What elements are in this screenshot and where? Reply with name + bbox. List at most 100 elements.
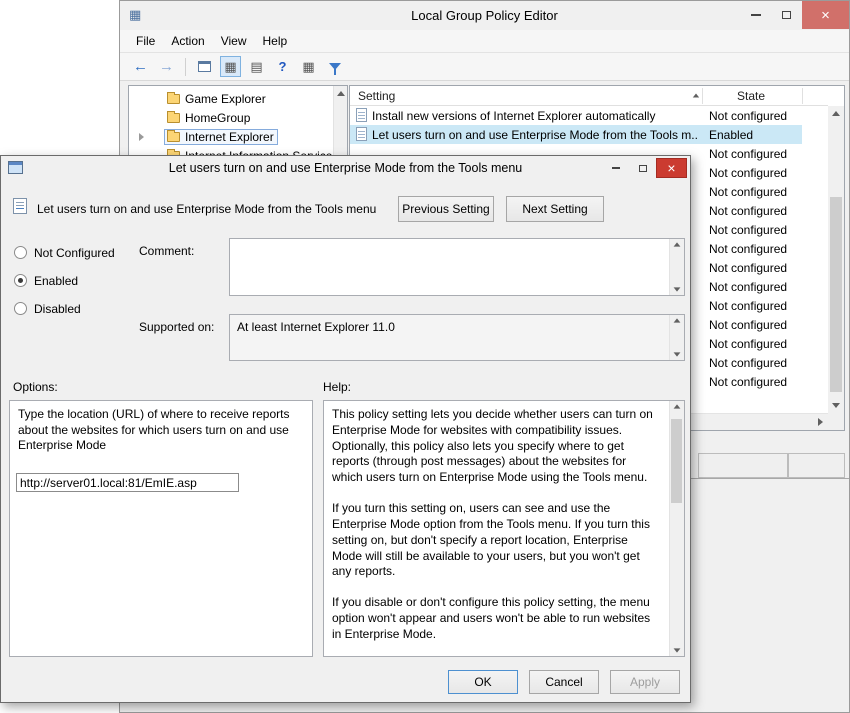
column-divider[interactable] — [802, 88, 803, 104]
tree-item-label: Game Explorer — [185, 92, 266, 106]
help-paragraph: If you disable or don't configure this p… — [332, 595, 660, 642]
policy-doc-icon — [356, 127, 367, 141]
menu-action[interactable]: Action — [163, 31, 212, 51]
radio-disabled[interactable]: Disabled — [14, 301, 81, 316]
console-window-button[interactable] — [194, 56, 215, 77]
scrollbar-corner — [828, 413, 844, 430]
scrollbar-thumb[interactable] — [830, 197, 842, 392]
scroll-down-icon — [674, 287, 681, 291]
help-panel: This policy setting lets you decide whet… — [323, 400, 685, 657]
setting-state: Enabled — [709, 128, 753, 142]
menu-help[interactable]: Help — [255, 31, 296, 51]
supported-scrollbar — [669, 315, 684, 360]
standard-view-button[interactable]: ▦ — [298, 56, 319, 77]
scrollbar-thumb[interactable] — [671, 419, 682, 503]
tree-item-game-explorer[interactable]: Game Explorer — [129, 89, 347, 108]
close-button[interactable]: × — [802, 1, 849, 29]
radio-not-configured[interactable]: Not Configured — [14, 245, 115, 260]
supported-on-box: At least Internet Explorer 11.0 — [229, 314, 685, 361]
minimize-button[interactable] — [602, 158, 629, 178]
scroll-down-icon[interactable] — [674, 648, 681, 652]
tree-item-internet-explorer[interactable]: Internet Explorer — [129, 127, 347, 146]
scroll-up-icon[interactable] — [674, 404, 681, 408]
radio-icon — [14, 246, 27, 259]
help-label: Help: — [323, 380, 351, 394]
setting-state: Not configured — [709, 242, 787, 256]
window-controls: × — [740, 1, 849, 29]
scroll-right-icon[interactable] — [812, 414, 828, 430]
report-url-input[interactable] — [16, 473, 239, 492]
cancel-button[interactable]: Cancel — [529, 670, 599, 694]
maximize-icon — [782, 11, 791, 19]
radio-enabled[interactable]: Enabled — [14, 273, 78, 288]
setting-row-selected[interactable]: Let users turn on and use Enterprise Mod… — [350, 125, 802, 144]
scroll-down-icon[interactable] — [828, 398, 844, 413]
previous-setting-button[interactable]: Previous Setting — [398, 196, 494, 222]
list-header: Setting State — [350, 86, 828, 106]
vertical-scrollbar[interactable] — [828, 106, 844, 413]
close-icon: × — [667, 161, 675, 175]
forward-button[interactable]: → — [156, 56, 177, 77]
maximize-button[interactable] — [771, 1, 802, 29]
setting-name: Let users turn on and use Enterprise Mod… — [372, 128, 698, 142]
column-divider[interactable] — [702, 88, 703, 104]
scroll-up-icon[interactable] — [828, 106, 844, 121]
show-console-tree-button[interactable]: ▦ — [220, 56, 241, 77]
back-button[interactable]: ← — [130, 56, 151, 77]
radio-icon — [14, 302, 27, 315]
help-button[interactable]: ? — [272, 56, 293, 77]
filter-icon — [329, 63, 341, 70]
toolbar-separator — [185, 58, 186, 76]
screen: { "icons": { "close": "×", "back": "←", … — [0, 0, 850, 713]
apply-button[interactable]: Apply — [610, 670, 680, 694]
minimize-icon — [612, 167, 620, 169]
setting-state: Not configured — [709, 299, 787, 313]
tree-selection: Internet Explorer — [164, 129, 278, 145]
setting-state: Not configured — [709, 356, 787, 370]
close-button[interactable]: × — [656, 158, 687, 178]
scroll-up-icon[interactable] — [334, 86, 348, 101]
menu-file[interactable]: File — [128, 31, 163, 51]
setting-state: Not configured — [709, 280, 787, 294]
tree-item-homegroup[interactable]: HomeGroup — [129, 108, 347, 127]
forward-icon: → — [159, 59, 174, 74]
maximize-button[interactable] — [629, 158, 656, 178]
menu-view[interactable]: View — [213, 31, 255, 51]
table-icon: ▦ — [302, 60, 314, 73]
window-icon — [198, 61, 211, 72]
setting-row[interactable]: Install new versions of Internet Explore… — [350, 106, 802, 125]
radio-label: Disabled — [34, 302, 81, 316]
comment-label: Comment: — [139, 244, 194, 258]
radio-label: Not Configured — [34, 246, 115, 260]
export-list-button[interactable]: ▤ — [246, 56, 267, 77]
scroll-up-icon — [674, 318, 681, 322]
comment-textarea[interactable] — [229, 238, 685, 296]
setting-state: Not configured — [709, 185, 787, 199]
policy-name: Let users turn on and use Enterprise Mod… — [37, 202, 387, 216]
filter-button[interactable] — [324, 56, 345, 77]
dialog-controls: × — [602, 158, 687, 178]
setting-name: Install new versions of Internet Explore… — [372, 109, 698, 123]
back-icon: ← — [133, 59, 148, 74]
column-state[interactable]: State — [737, 89, 765, 103]
setting-state: Not configured — [709, 375, 787, 389]
setting-state: Not configured — [709, 166, 787, 180]
radio-icon — [14, 274, 27, 287]
folder-icon — [167, 113, 180, 123]
help-text: This policy setting lets you decide whet… — [332, 407, 660, 658]
setting-state: Not configured — [709, 318, 787, 332]
next-setting-button[interactable]: Next Setting — [506, 196, 604, 222]
ok-button[interactable]: OK — [448, 670, 518, 694]
gpedit-titlebar: ▦ Local Group Policy Editor × — [120, 1, 849, 30]
minimize-button[interactable] — [740, 1, 771, 29]
dialog-titlebar: Let users turn on and use Enterprise Mod… — [1, 156, 690, 181]
tree-item-label: Internet Explorer — [185, 130, 274, 144]
policy-dialog: Let users turn on and use Enterprise Mod… — [0, 155, 691, 703]
folder-icon — [167, 94, 180, 104]
close-icon: × — [821, 8, 830, 23]
scroll-down-icon — [674, 352, 681, 356]
expand-icon[interactable] — [139, 133, 144, 141]
column-setting[interactable]: Setting — [358, 89, 395, 103]
menu-bar: File Action View Help — [120, 30, 849, 53]
setting-state: Not configured — [709, 337, 787, 351]
